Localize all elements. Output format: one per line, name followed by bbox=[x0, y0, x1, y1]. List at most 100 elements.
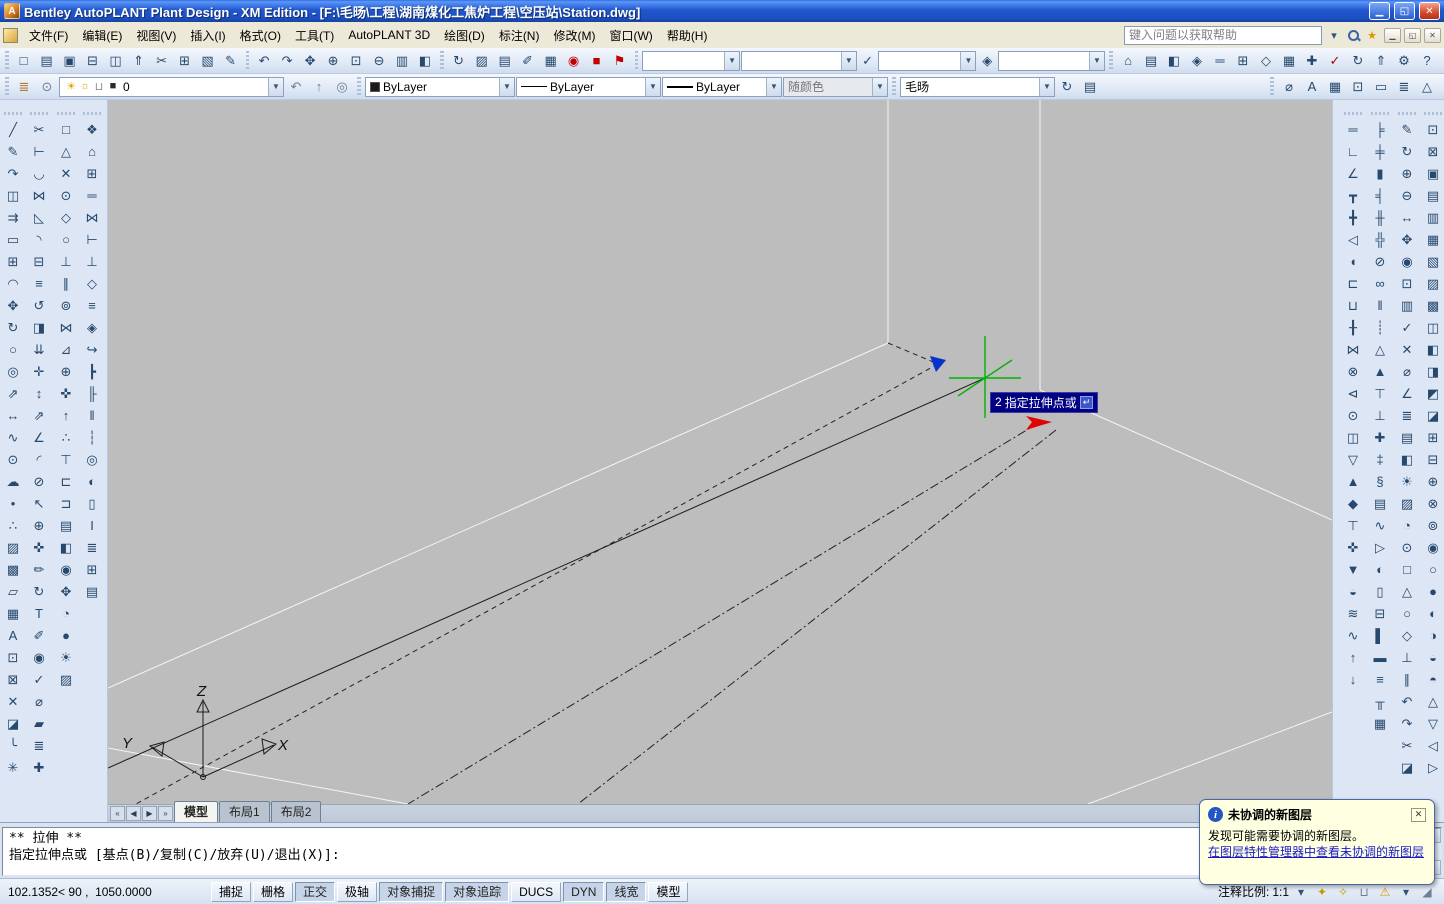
tab-first-icon[interactable]: « bbox=[110, 806, 125, 821]
ap-settings-icon[interactable]: ⚙ bbox=[1393, 50, 1415, 72]
line-icon[interactable]: ╱ bbox=[1, 119, 25, 140]
fillet-icon[interactable]: ╰ bbox=[1, 735, 25, 756]
toolbar-grip[interactable] bbox=[5, 76, 9, 97]
materials-icon[interactable]: ▨ bbox=[54, 669, 78, 690]
midpoint2-icon[interactable]: △ bbox=[1395, 581, 1419, 602]
view-side-icon[interactable]: ⊐ bbox=[54, 493, 78, 514]
ucs-z-axis-icon[interactable]: ↑ bbox=[54, 405, 78, 426]
status-toggle-snap[interactable]: 捕捉 bbox=[211, 881, 252, 902]
osnap-nearest-icon[interactable]: ⋈ bbox=[54, 317, 78, 338]
info-icon[interactable]: ◑ bbox=[1421, 625, 1444, 646]
mirror-icon[interactable]: ◫ bbox=[1, 185, 25, 206]
line-list-icon[interactable]: ▦ bbox=[1421, 229, 1444, 250]
steam-trap-icon[interactable]: ◒ bbox=[1341, 581, 1365, 602]
orbit-icon[interactable]: ◔ bbox=[54, 603, 78, 624]
branch-icon[interactable]: ┣ bbox=[80, 361, 104, 382]
pump-icon[interactable]: ◐ bbox=[80, 471, 104, 492]
expansion-joint-icon[interactable]: ≋ bbox=[1341, 603, 1365, 624]
osnap-endpoint-icon[interactable]: □ bbox=[54, 119, 78, 140]
annotation-scale-dropdown-icon[interactable]: ▾ bbox=[1292, 883, 1310, 901]
ucs-world-icon[interactable]: ⊕ bbox=[54, 361, 78, 382]
spec-update-icon[interactable]: ↻ bbox=[1056, 76, 1078, 98]
rotate-icon[interactable]: ↻ bbox=[1, 317, 25, 338]
named-views-icon[interactable]: ▤ bbox=[54, 515, 78, 536]
exchanger-icon[interactable]: ⊟ bbox=[1368, 603, 1392, 624]
purge-icon[interactable]: ▽ bbox=[1421, 713, 1444, 734]
osnap-quadrant-icon[interactable]: ◇ bbox=[54, 207, 78, 228]
clean-screen-icon[interactable]: ◢ bbox=[1418, 883, 1436, 901]
restore-button[interactable]: ◱ bbox=[1394, 2, 1415, 20]
insert2-icon[interactable]: ⊡ bbox=[1395, 273, 1419, 294]
ellipse-icon[interactable]: ⊙ bbox=[1, 449, 25, 470]
socket-flange-icon[interactable]: ╬ bbox=[1368, 229, 1392, 250]
calculator-icon[interactable]: ⊗ bbox=[1421, 493, 1444, 514]
chevron-down-icon[interactable]: ▼ bbox=[499, 77, 514, 96]
layer-freeze-icon[interactable]: ☼ bbox=[78, 80, 92, 93]
chamfer-icon[interactable]: ◺ bbox=[27, 207, 51, 228]
toolbar-grip[interactable] bbox=[5, 50, 9, 71]
move-copy-icon[interactable]: ✛ bbox=[27, 361, 51, 382]
break-icon[interactable]: ◡ bbox=[27, 163, 51, 184]
stretch-icon[interactable]: ↔ bbox=[1, 405, 25, 426]
stairs-icon[interactable]: ≡ bbox=[1368, 669, 1392, 690]
xref-detach-icon[interactable]: ⊠ bbox=[1421, 141, 1444, 162]
quadrant2-icon[interactable]: ◇ bbox=[1395, 625, 1419, 646]
tab-prev-icon[interactable]: ◀ bbox=[126, 806, 141, 821]
toolbar-grip[interactable] bbox=[1344, 112, 1362, 115]
spec-browser2-icon[interactable]: ▤ bbox=[1421, 185, 1444, 206]
union-icon[interactable]: ⊔ bbox=[1341, 295, 1365, 316]
gasket2-icon[interactable]: ‖ bbox=[1368, 295, 1392, 316]
toolbar-grip[interactable] bbox=[357, 76, 361, 97]
table-style-icon[interactable]: ▦ bbox=[1324, 76, 1346, 98]
pump2-icon[interactable]: ◐ bbox=[1368, 559, 1392, 580]
recover-icon[interactable]: ▷ bbox=[1421, 757, 1444, 778]
zoom-window-icon[interactable]: ⊡ bbox=[345, 50, 367, 72]
tag-edit-icon[interactable]: ◫ bbox=[1421, 317, 1444, 338]
find-icon[interactable]: ◉ bbox=[27, 647, 51, 668]
cap-icon[interactable]: ◖ bbox=[1341, 251, 1365, 272]
valve-icon[interactable]: ⋈ bbox=[80, 207, 104, 228]
vessel-icon[interactable]: ▯ bbox=[1368, 581, 1392, 602]
distance-icon[interactable]: ⌀ bbox=[27, 691, 51, 712]
slip-on-flange-icon[interactable]: ╪ bbox=[1368, 141, 1392, 162]
heat-trace-icon[interactable]: ∿ bbox=[1368, 515, 1392, 536]
list-icon[interactable]: ≣ bbox=[27, 735, 51, 756]
route-icon[interactable]: ↪ bbox=[80, 339, 104, 360]
area-icon[interactable]: ▰ bbox=[27, 713, 51, 734]
component-edit-icon[interactable]: ✎ bbox=[1395, 119, 1419, 140]
ap-check-icon[interactable]: ✓ bbox=[1324, 50, 1346, 72]
paste-icon[interactable]: ▧ bbox=[197, 50, 219, 72]
three-way-valve-icon[interactable]: ⊤ bbox=[1341, 515, 1365, 536]
lights-icon[interactable]: ☀ bbox=[54, 647, 78, 668]
new-icon[interactable]: □ bbox=[13, 50, 35, 72]
extend-icon[interactable]: ⊢ bbox=[27, 141, 51, 162]
zoom-realtime-icon[interactable]: ⊕ bbox=[322, 50, 344, 72]
status-toggle-otrack[interactable]: 对象追踪 bbox=[445, 881, 510, 902]
redo-icon[interactable]: ↷ bbox=[276, 50, 298, 72]
chevron-down-icon[interactable]: ▼ bbox=[724, 51, 740, 70]
elbow-45-icon[interactable]: ∠ bbox=[1341, 163, 1365, 184]
open-icon[interactable]: ▤ bbox=[36, 50, 58, 72]
toolbar-grip[interactable] bbox=[892, 76, 896, 97]
units-icon[interactable]: ⊡ bbox=[1347, 76, 1369, 98]
layer-states-manager-icon[interactable]: ⊙ bbox=[36, 76, 58, 98]
coordinate-display[interactable]: 102.1352< 90 , 1050.0000 bbox=[4, 885, 209, 899]
platform-icon[interactable]: ▬ bbox=[1368, 647, 1392, 668]
anchor-icon[interactable]: ✚ bbox=[1368, 427, 1392, 448]
grip-blue[interactable] bbox=[930, 356, 946, 372]
osnap-parallel-icon[interactable]: ∥ bbox=[54, 273, 78, 294]
offset-multiple-icon[interactable]: ⇊ bbox=[27, 339, 51, 360]
rectangle-icon[interactable]: ▭ bbox=[1, 229, 25, 250]
spec-size-combo[interactable]: ▼ bbox=[642, 50, 741, 71]
coupling-icon[interactable]: ⊏ bbox=[1341, 273, 1365, 294]
menu-item-edit[interactable]: 编辑(E) bbox=[75, 23, 129, 48]
component-icon[interactable]: ◈ bbox=[80, 317, 104, 338]
hanger-icon[interactable]: ⊤ bbox=[1368, 383, 1392, 404]
ap-help-icon[interactable]: ? bbox=[1416, 50, 1438, 72]
linetype-combo[interactable]: ByLayer ▼ bbox=[516, 76, 661, 97]
browser-icon[interactable]: ▤ bbox=[1395, 427, 1419, 448]
status-toggle-model[interactable]: 模型 bbox=[648, 881, 689, 902]
leader-icon[interactable]: ↖ bbox=[27, 493, 51, 514]
equipment-icon[interactable]: ⊞ bbox=[80, 163, 104, 184]
tray-warning-icon[interactable]: ⚠ bbox=[1376, 883, 1394, 901]
